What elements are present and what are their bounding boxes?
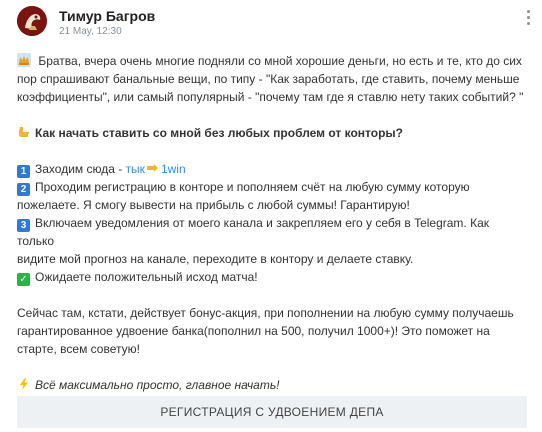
pointing-hand-emoji-icon: [19, 127, 30, 137]
post-body: Братва, вчера очень многие подняли со мн…: [17, 52, 527, 394]
step-4-text: Ожидаете положительный исход матча!: [35, 270, 258, 284]
step-1-link-1win[interactable]: 1win: [161, 162, 186, 176]
lightning-emoji-icon: [20, 378, 28, 390]
step-1-text: Заходим сюда -: [35, 162, 126, 176]
bonus-line-3: старте, всем советую!: [17, 342, 140, 356]
kebab-menu-icon[interactable]: [525, 10, 531, 28]
step-2-badge: 2: [17, 183, 30, 196]
step-1-link[interactable]: тык: [126, 162, 145, 176]
bonus-line-2: гарантированное удвоение банка(пополнил …: [17, 324, 490, 338]
section-heading-text: Как начать ставить со мной без любых про…: [35, 126, 404, 140]
check-mark-icon: ✓: [17, 273, 30, 286]
step-3-line-1: Включаем уведомления от моего канала и з…: [17, 216, 490, 248]
intro-line-1: Братва, вчера очень многие подняли со мн…: [35, 54, 522, 68]
footer-line: Всё максимально просто, главное начать!: [17, 376, 527, 394]
bonus-paragraph: Сейчас там, кстати, действует бонус-акци…: [17, 304, 527, 358]
author-name[interactable]: Тимур Багров: [59, 8, 155, 24]
pointing-hand-emoji-icon: [146, 164, 158, 172]
register-button[interactable]: РЕГИСТРАЦИЯ С УДВОЕНИЕМ ДЕПА: [17, 396, 527, 428]
step-2-line-2: пожелаете. Я смогу вывести на прибыль с …: [17, 198, 410, 212]
step-3-badge: 3: [17, 219, 30, 232]
step-2-line-1: Проходим регистрацию в конторе и пополня…: [35, 180, 470, 194]
intro-line-3: коэффициенты", или самый популярный - "п…: [17, 90, 524, 104]
footer-text: Всё максимально просто, главное начать!: [35, 378, 280, 392]
avatar[interactable]: [17, 6, 47, 36]
section-heading: Как начать ставить со мной без любых про…: [17, 124, 527, 142]
intro-paragraph: Братва, вчера очень многие подняли со мн…: [17, 52, 527, 106]
post-date: 21 May, 12:30: [59, 26, 122, 37]
intro-line-2: пор спрашивают банальные вещи, по типу -…: [17, 72, 520, 86]
post-header: Тимур Багров 21 May, 12:30: [17, 6, 537, 40]
bonus-line-1: Сейчас там, кстати, действует бонус-акци…: [17, 306, 514, 320]
step-3-line-2: видите мой прогноз на канале, переходите…: [17, 252, 414, 266]
crown-emoji-icon: [17, 53, 31, 67]
step-1-badge: 1: [17, 165, 30, 178]
steps-list: 1 Заходим сюда - тык 1win 2 Проходим регист…: [17, 160, 527, 286]
